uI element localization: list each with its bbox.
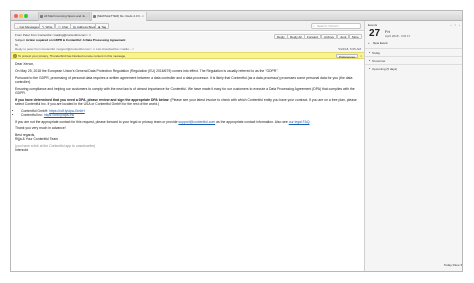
month-year: April 2018 · CW 17 [385, 34, 411, 38]
subject-line: Subject Action required on GDPR & Conten… [15, 38, 125, 42]
paragraph-5-c: . [309, 119, 311, 124]
paragraph-3: Ensuring compliance and helping our cust… [15, 86, 355, 95]
support-email-link[interactable]: support@contentful.com [178, 120, 215, 124]
close-window-button[interactable] [14, 14, 18, 18]
paragraph-5: If you are not the appropriate contact f… [15, 120, 361, 124]
preferences-button[interactable]: Preferences [335, 54, 358, 59]
expand-triangle-icon: ▸ [369, 67, 371, 70]
tab-inbox[interactable]: All Mail Incoming Spam and Ju... [38, 12, 90, 21]
new-event-button[interactable]: + New Event [368, 41, 388, 46]
expand-triangle-icon: ▸ [369, 51, 371, 54]
search-input[interactable]: ⌕ Search <Ctrl+K> [311, 23, 361, 29]
reply-button[interactable]: Reply [274, 34, 288, 39]
signoff-line: Rijja & Your Contentful Team [15, 137, 59, 142]
section-today-label: Today [372, 51, 381, 55]
tab-inbox-label: All Mail Incoming Spam and Ju... [44, 14, 88, 18]
message-body: Dear Xenon, On May 25, 2018 the European… [15, 62, 361, 155]
write-button[interactable]: ✎Write [39, 23, 56, 29]
subject-text: Action required on GDPR & Contentful: A … [25, 38, 126, 42]
sidebar-divider [365, 48, 462, 49]
minimize-window-button[interactable] [19, 14, 23, 18]
section-tomorrow-label: Tomorrow [372, 59, 386, 63]
more-button[interactable]: More [349, 34, 362, 39]
main-toolbar: ↓Get Messages ✎Write ▭Chat ▤Address Book… [11, 21, 364, 31]
close-notice-icon[interactable]: × [360, 53, 362, 59]
write-label: Write [45, 25, 53, 29]
title-bar: All Mail Incoming Spam and Ju... [NEWSLE… [11, 11, 462, 21]
tab-message[interactable]: [NEWSLETTER] Re: Reds 4.0 fi... × [91, 12, 147, 21]
calendar-nav[interactable]: ‹ ○ › [451, 23, 461, 27]
paragraph-2: Pursuant to the GDPR, processing of pers… [15, 75, 353, 84]
address-book-icon: ▤ [73, 25, 76, 29]
address-book-label: Address Book [76, 25, 96, 29]
dpa-inc-link[interactable]: https://cdf.ly/dpa-Inc [44, 113, 74, 117]
folder-icon [40, 15, 43, 18]
events-title: Events [368, 23, 378, 27]
notice-text: To protect your privacy, Thunderbird has… [18, 54, 126, 58]
thanks-line: Thank you very much in advance! [15, 126, 66, 131]
remote-content-notice: i To protect your privacy, Thunderbird h… [11, 52, 364, 59]
paragraph-5-a: If you are not the appropriate contact f… [15, 119, 179, 124]
expand-triangle-icon: ▸ [369, 59, 371, 62]
sidebar-divider [365, 56, 462, 57]
maximize-window-button[interactable] [24, 14, 28, 18]
plus-icon: + [368, 41, 370, 45]
get-messages-label: Get Messages [19, 25, 39, 29]
list-item: Contentful Inc: https://cdf.ly/dpa-Inc [21, 113, 361, 117]
paragraph-1: On May 25, 2018 the European Union's Gen… [15, 68, 279, 73]
tab-message-label: [NEWSLETTER] Re: Reds 4.0 fi... [97, 14, 143, 18]
tag-label: Tag [101, 25, 107, 29]
today-pane-sidebar: Events ‹ ○ › 27 Fri April 2018 · CW 17 +… [364, 21, 462, 271]
junk-button[interactable]: Junk [337, 34, 350, 39]
message-header: From Peter from Contentful <mailing@cont… [11, 32, 364, 52]
forward-button[interactable]: Forward [304, 34, 322, 39]
mail-window: All Mail Incoming Spam and Ju... [NEWSLE… [10, 10, 463, 272]
footer-name: Interzoid [15, 148, 29, 153]
search-icon: ⌕ [313, 24, 315, 28]
sidebar-divider [365, 64, 462, 65]
section-upcoming-label: Upcoming (5 days) [372, 67, 398, 71]
greeting: Dear Xenon, [15, 62, 35, 66]
tag-button[interactable]: ◆Tag [95, 23, 110, 29]
paragraph-4: If you have determined that you need a D… [15, 98, 361, 106]
pencil-icon: ✎ [42, 25, 45, 29]
chat-button[interactable]: ▭Chat [55, 23, 72, 29]
dpa-list: Contentful GmbH: https://cdf.ly/dpa-GmbH… [21, 109, 361, 117]
today-pane-toggle[interactable]: Today Pane ▾ [444, 263, 462, 267]
download-icon: ↓ [17, 25, 19, 29]
section-upcoming[interactable]: ▸ Upcoming (5 days) [369, 67, 397, 71]
reply-all-button[interactable]: Reply All [287, 34, 305, 39]
new-event-label: New Event [373, 41, 388, 45]
list-item-label: Contentful Inc: [21, 112, 44, 117]
section-today[interactable]: ▸ Today [369, 51, 380, 55]
archive-button[interactable]: Archive [321, 34, 338, 39]
reply-to-line: Reply to peter from Contentful <support@… [15, 47, 135, 51]
tab-close-icon[interactable]: × [142, 12, 144, 21]
search-placeholder: Search <Ctrl+K> [317, 24, 340, 28]
subject-prefix: Subject [15, 38, 26, 42]
paragraph-5-b: as the appropriate contact information. … [215, 119, 289, 124]
message-date: 5/22/18, 5:05 AM [338, 47, 361, 51]
legal-faq-link[interactable]: our legal FAQ [289, 120, 310, 124]
chat-icon: ▭ [58, 25, 61, 29]
chat-label: Chat [61, 25, 69, 29]
get-messages-button[interactable]: ↓Get Messages [14, 23, 42, 29]
day-number: 27 [369, 28, 381, 39]
envelope-icon [93, 15, 96, 18]
section-tomorrow[interactable]: ▸ Tomorrow [369, 59, 385, 63]
tag-icon: ◆ [98, 25, 101, 29]
info-icon: i [13, 54, 17, 58]
from-line[interactable]: From Peter from Contentful <mailing@cont… [15, 33, 91, 37]
